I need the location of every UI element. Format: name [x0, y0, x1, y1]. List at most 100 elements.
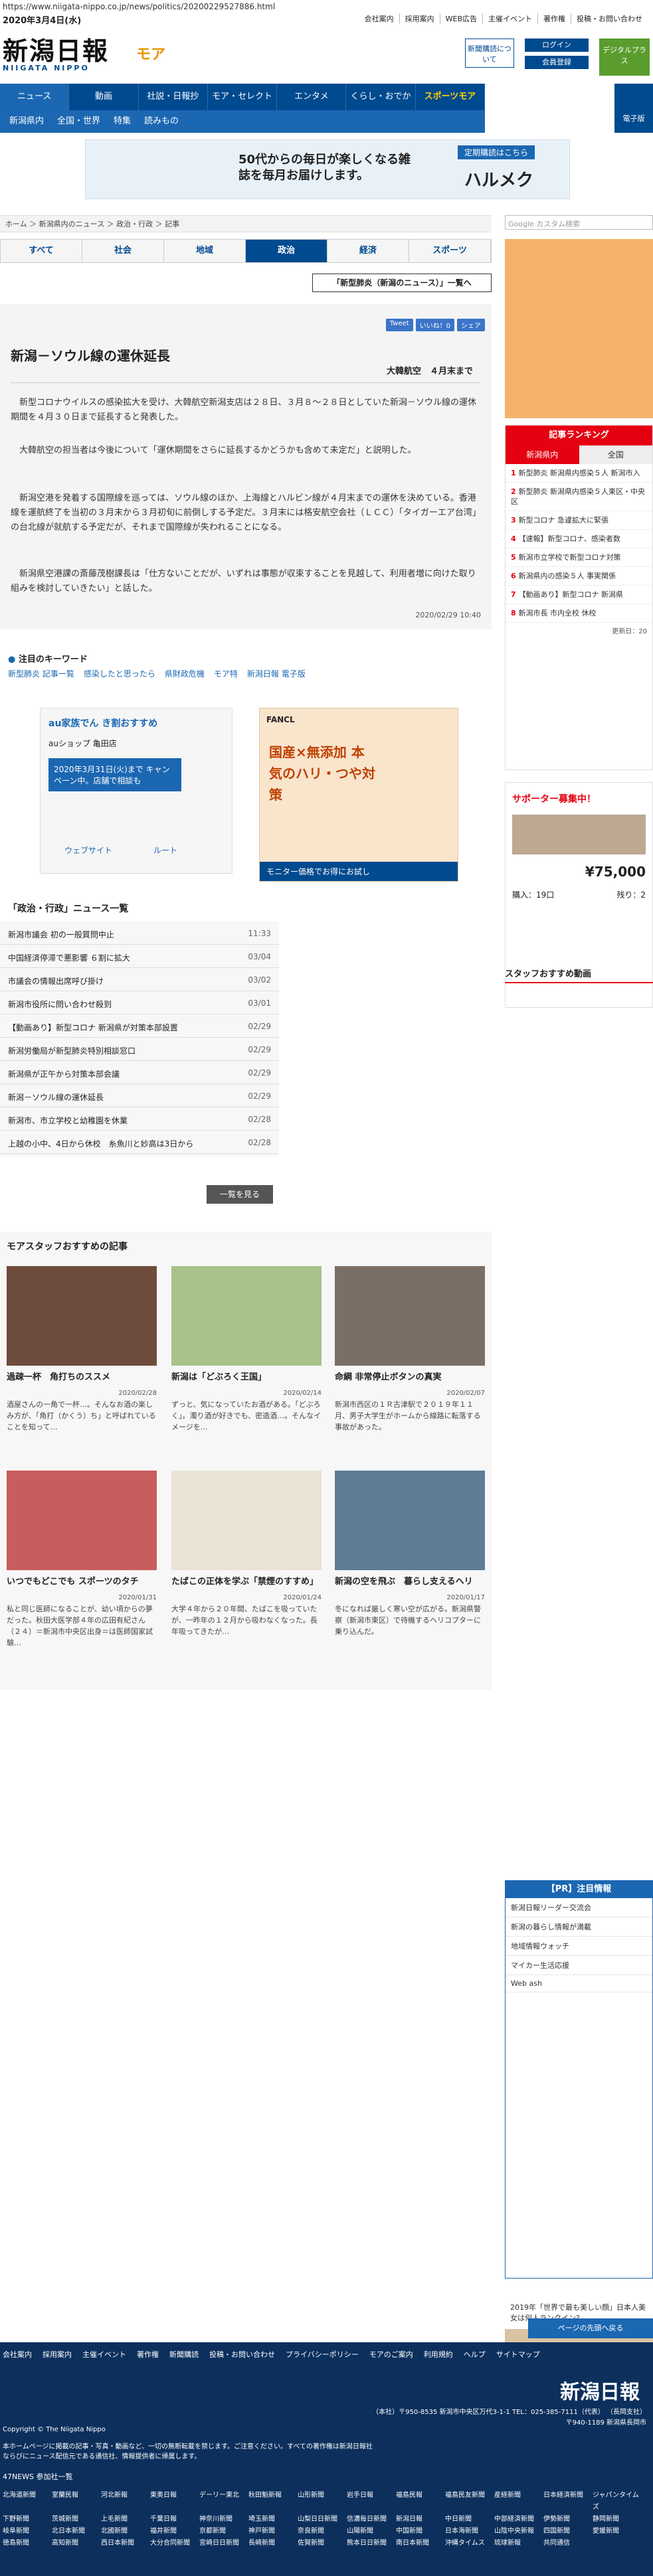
footer-paper-link[interactable]: 長崎新聞 [248, 2537, 298, 2549]
footer-paper-link[interactable]: 山形新聞 [298, 2490, 347, 2514]
subnav-niigata[interactable]: 新潟県内 [9, 110, 44, 133]
keyword-link[interactable]: モア特 [214, 668, 238, 679]
footer-link[interactable]: サイトマップ [496, 2348, 540, 2362]
toplink[interactable]: 採用案内 [399, 13, 440, 24]
footer-paper-link[interactable]: 山陽新聞 [347, 2526, 396, 2537]
footer-paper-link[interactable]: 神奈川新聞 [199, 2514, 248, 2526]
toplink[interactable]: 会社案内 [359, 13, 399, 24]
staff-card[interactable]: たばこの正体を学ぶ「禁煙のすすめ」 2020/01/24 大学４年から２０年間、… [171, 1471, 322, 1637]
share-button[interactable]: シェア [457, 319, 485, 331]
footer-paper-link[interactable]: 山陰中央新報 [494, 2526, 543, 2537]
footer-paper-link[interactable]: 福島民報 [396, 2490, 445, 2514]
news-row[interactable]: 新潟市役所に問い合わせ殺到 03/01 [0, 991, 279, 1014]
au-website-button[interactable]: ウェブサイト [64, 845, 112, 856]
ranking-item[interactable]: 1 新型肺炎 新潟県内感染５人 新潟市入 [506, 464, 652, 483]
page-top-button[interactable]: ページの先頭へ戻る [528, 2318, 653, 2338]
footer-paper-link[interactable]: 琉球新報 [494, 2537, 543, 2549]
footer-paper-link[interactable]: 西日本新聞 [101, 2537, 150, 2549]
covid-list-button[interactable]: 「新型肺炎（新潟のニュース）」一覧へ [312, 274, 492, 292]
nav-news[interactable]: ニュース [0, 84, 70, 110]
toplink[interactable]: 主催イベント [482, 13, 537, 24]
footer-paper-link[interactable]: 中国新聞 [396, 2526, 445, 2537]
ranking-item[interactable]: 4 【速報】新型コロナ、感染者数 [506, 530, 652, 548]
nav-kurashi[interactable]: くらし・おでかけ [346, 84, 416, 128]
footer-paper-link[interactable]: 茨城新聞 [52, 2514, 101, 2526]
footer-paper-link[interactable]: 千葉日報 [150, 2514, 199, 2526]
footer-paper-link[interactable]: 秋田魁新報 [248, 2490, 298, 2514]
sidebar-fancl-ad[interactable] [505, 239, 653, 418]
pr-item[interactable]: Web ash [506, 1975, 652, 1992]
nav-entame[interactable]: エンタメ [277, 84, 347, 110]
staff-card[interactable]: 新潟の空を飛ぶ 暮らし支えるヘリ 2020/01/17 冬になれば厳しく寒い空が… [335, 1471, 485, 1637]
footer-paper-link[interactable]: デーリー東北 [199, 2490, 248, 2514]
ranking-item[interactable]: 3 新型コロナ 急遽拡大に緊張 [506, 511, 652, 530]
footer-paper-link[interactable]: 室蘭民報 [52, 2490, 101, 2514]
footer-paper-link[interactable]: 山梨日日新聞 [298, 2514, 347, 2526]
footer-paper-link[interactable]: 京都新聞 [199, 2526, 248, 2537]
footer-link[interactable]: 著作権 [137, 2348, 159, 2362]
tab-economy[interactable]: 経済 [327, 240, 409, 262]
breadcrumb[interactable]: ホーム ＞ 新潟県内のニュース ＞ 政治・行政 ＞ 記事 [0, 215, 492, 232]
nav-video[interactable]: 動画 [69, 84, 139, 110]
au-ad[interactable]: au家族でん き割おすすめ auショップ 亀田店 2020年3月31日(火)まで… [40, 708, 233, 874]
footer-link[interactable]: モアのご案内 [369, 2348, 413, 2362]
pr-item[interactable]: マイカー生活応援 [506, 1956, 652, 1975]
footer-paper-link[interactable]: 静岡新聞 [593, 2514, 642, 2526]
staff-card[interactable]: 命綱 非常停止ボタンの真実 2020/02/07 新潟市西区の１Ｒ古津駅で２０１… [335, 1266, 485, 1433]
footer-paper-link[interactable]: 上毛新聞 [101, 2514, 150, 2526]
fancl-cta[interactable]: モニター価格でお得にお試し [260, 862, 458, 881]
footer-paper-link[interactable]: 岐阜新聞 [3, 2526, 52, 2537]
footer-47news[interactable]: 47NEWS 参加社一覧 [3, 2470, 653, 2484]
subnav-world[interactable]: 全国・世界 [57, 110, 100, 133]
more-button[interactable]: 一覧を見る [207, 1185, 273, 1204]
footer-paper-link[interactable]: 大分合同新聞 [150, 2537, 199, 2549]
tab-region[interactable]: 地域 [164, 240, 246, 262]
news-row[interactable]: 市議会の情報出席呼び掛け 03/02 [0, 968, 279, 991]
footer-paper-link[interactable]: 愛媛新聞 [593, 2526, 642, 2537]
toplink[interactable]: 著作権 [537, 13, 571, 24]
footer-paper-link[interactable]: 中日新聞 [445, 2514, 494, 2526]
footer-link[interactable]: プライバシーポリシー [286, 2348, 359, 2362]
footer-paper-link[interactable]: 日本経済新聞 [543, 2490, 593, 2514]
keyword-link[interactable]: 新潟日報 電子版 [247, 668, 306, 679]
login-button[interactable]: ログイン [525, 39, 589, 52]
footer-paper-link[interactable]: 沖縄タイムス [445, 2537, 494, 2549]
like-button[interactable]: いいね！0 [415, 319, 454, 331]
footer-paper-link[interactable]: 福井新聞 [150, 2526, 199, 2537]
footer-paper-link[interactable]: 下野新聞 [3, 2514, 52, 2526]
footer-paper-link[interactable]: 四国新聞 [543, 2526, 593, 2537]
footer-paper-link[interactable]: 宮崎日日新聞 [199, 2537, 248, 2549]
pr-item[interactable]: 新潟の暮らし情報が満載 [506, 1917, 652, 1937]
footer-paper-link[interactable]: 日本海新聞 [445, 2526, 494, 2537]
nav-editorial[interactable]: 社説・日報抄 [139, 84, 208, 110]
footer-paper-link[interactable]: 神戸新聞 [248, 2526, 298, 2537]
toplink[interactable]: WEB広告 [439, 13, 482, 24]
subscribe-button[interactable]: 新聞購読について [465, 39, 514, 68]
footer-link[interactable]: 投稿・お問い合わせ [209, 2348, 275, 2362]
fancl-ad[interactable]: FANCL 国産×無添加 本気のハリ・つや対策 モニター価格でお得にお試し [259, 708, 458, 882]
staff-card[interactable]: いつでもどこでも スポーツのタチ 2020/01/31 私と同じ医師になることが… [7, 1471, 157, 1649]
ranking-tab-niigata[interactable]: 新潟県内 [506, 445, 579, 464]
register-button[interactable]: 会員登録 [525, 56, 589, 69]
subnav-feature[interactable]: 特集 [114, 110, 131, 133]
news-row[interactable]: 新潟労働局が新型肺炎特別相談窓口 02/29 [0, 1038, 279, 1061]
footer-link[interactable]: 主催イベント [82, 2348, 126, 2362]
footer-paper-link[interactable]: 中部経済新聞 [494, 2514, 543, 2526]
ranking-item[interactable]: 6 新潟県内の感染５人 事実関係 [506, 567, 652, 586]
keyword-link[interactable]: 新型肺炎 記事一覧 [8, 668, 74, 679]
top-ad-banner[interactable]: 50代からの毎日が楽しくなる雑誌を毎月お届けします。 定期購読はこちら ハルメク [85, 139, 570, 199]
tab-all[interactable]: すべて [1, 240, 82, 262]
ranking-item[interactable]: 2 新型肺炎 新潟県内感染５人東区・中央区 [506, 483, 652, 511]
ranking-tab-national[interactable]: 全国 [579, 445, 652, 464]
subnav-reading[interactable]: 読みもの [144, 110, 179, 133]
footer-paper-link[interactable]: 熊本日日新聞 [347, 2537, 396, 2549]
ranking-item[interactable]: 7 【動画あり】新型コロナ 新潟県 [506, 586, 652, 604]
footer-paper-link[interactable]: 産経新聞 [494, 2490, 543, 2514]
footer-link[interactable]: 新聞購読 [169, 2348, 199, 2362]
footer-logo[interactable]: 新潟日報 [560, 2375, 640, 2405]
footer-link[interactable]: 会社案内 [3, 2348, 32, 2362]
pr-item[interactable]: 地域情報ウォッチ [506, 1937, 652, 1956]
site-logo[interactable]: 新潟日報 [3, 31, 109, 67]
ranking-item[interactable]: 5 新潟市立学校で新型コロナ対策 [506, 548, 652, 567]
footer-paper-link[interactable]: 高知新聞 [52, 2537, 101, 2549]
